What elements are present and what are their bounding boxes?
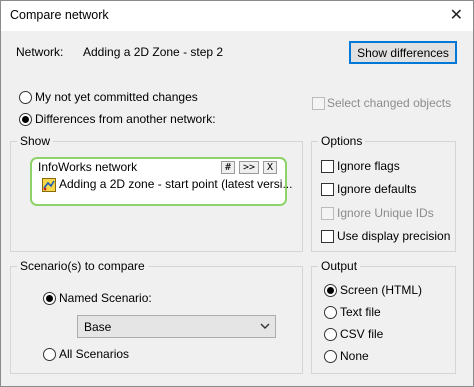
output-text-file-label: Text file — [340, 305, 381, 319]
named-scenario-label: Named Scenario: — [59, 291, 152, 305]
chevron-down-icon — [259, 318, 271, 337]
output-csv-file-radio[interactable] — [324, 328, 337, 341]
ignore-unique-ids-label: Ignore Unique IDs — [337, 206, 434, 220]
close-icon[interactable]: ✕ — [450, 5, 463, 24]
network-item-text[interactable]: Adding a 2D zone - start point (latest v… — [59, 177, 292, 191]
network-value: Adding a 2D Zone - step 2 — [83, 45, 224, 59]
network-type-header: InfoWorks network — [38, 160, 138, 174]
ignore-unique-ids-checkbox[interactable] — [321, 207, 334, 220]
named-scenario-radio[interactable] — [43, 292, 56, 305]
uncommitted-changes-label: My not yet committed changes — [35, 90, 198, 104]
show-legend: Show — [20, 134, 51, 148]
scenarios-legend: Scenario(s) to compare — [20, 259, 145, 273]
uncommitted-changes-radio[interactable] — [19, 91, 32, 104]
use-display-precision-label: Use display precision — [337, 229, 451, 243]
network-model-icon — [42, 178, 56, 192]
scenario-dropdown[interactable]: Base — [77, 315, 276, 338]
all-scenarios-label: All Scenarios — [59, 347, 130, 361]
network-label: Network: — [16, 45, 64, 59]
ignore-flags-label: Ignore flags — [337, 159, 400, 173]
output-screen-label: Screen (HTML) — [340, 283, 423, 297]
output-screen-radio[interactable] — [324, 284, 337, 297]
ignore-flags-checkbox[interactable] — [321, 160, 334, 173]
another-network-radio[interactable] — [19, 113, 32, 126]
scenario-dropdown-value: Base — [84, 320, 112, 334]
hash-button[interactable]: # — [221, 161, 235, 174]
title-bar: Compare network ✕ — [1, 1, 473, 31]
select-changed-objects-checkbox[interactable] — [312, 97, 325, 110]
all-scenarios-radio[interactable] — [43, 348, 56, 361]
output-legend: Output — [321, 259, 358, 273]
compare-network-dialog: Compare network ✕ Network: Adding a 2D Z… — [0, 0, 474, 387]
use-display-precision-checkbox[interactable] — [321, 230, 334, 243]
show-differences-button[interactable]: Show differences — [349, 41, 457, 64]
output-none-radio[interactable] — [324, 350, 337, 363]
window-title: Compare network — [10, 8, 109, 22]
output-text-file-radio[interactable] — [324, 306, 337, 319]
options-legend: Options — [321, 134, 363, 148]
output-csv-file-label: CSV file — [340, 327, 384, 341]
another-network-label: Differences from another network: — [35, 112, 216, 126]
remove-network-button[interactable]: X — [263, 161, 277, 174]
select-changed-objects-label: Select changed objects — [327, 96, 452, 110]
ignore-defaults-label: Ignore defaults — [337, 182, 417, 196]
network-selection-box[interactable]: InfoWorks network # >> X Adding a 2D zon… — [30, 157, 292, 206]
ignore-defaults-checkbox[interactable] — [321, 183, 334, 196]
output-none-label: None — [340, 349, 369, 363]
expand-button[interactable]: >> — [239, 161, 259, 174]
